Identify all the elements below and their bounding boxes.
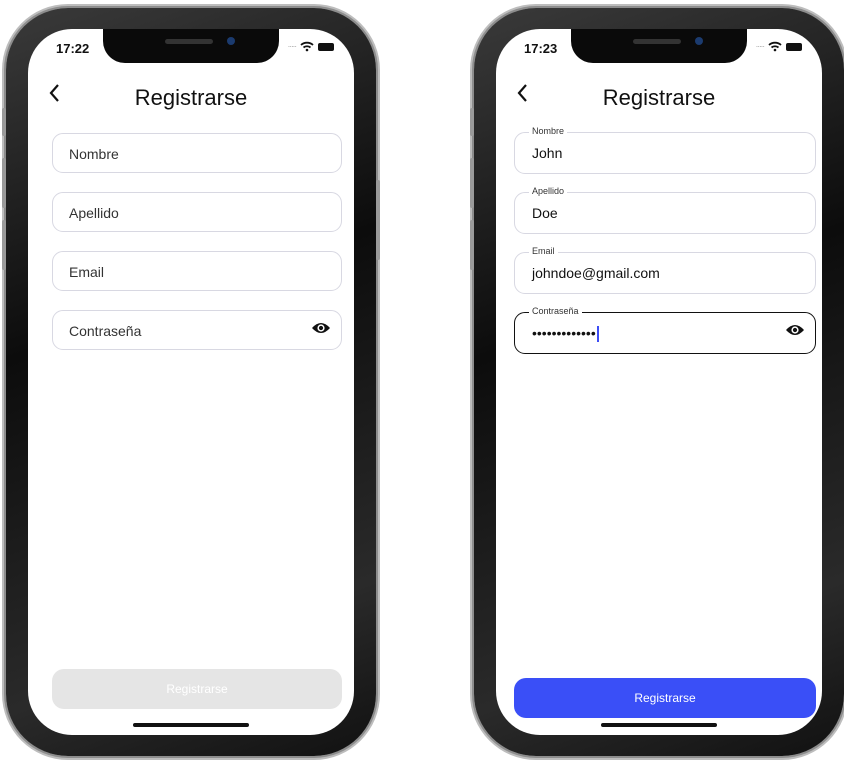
last-name-input[interactable]: Apellido — [52, 192, 342, 232]
last-name-input[interactable]: Apellido Doe — [514, 186, 816, 234]
battery-icon — [318, 42, 334, 51]
wifi-icon — [300, 41, 314, 52]
password-value: ••••••••••••• — [532, 325, 599, 343]
password-placeholder: Contraseña — [69, 323, 142, 339]
password-input[interactable]: Contraseña ••••••••••••• — [514, 306, 816, 354]
email-input[interactable]: Email johndoe@gmail.com — [514, 246, 816, 294]
mute-switch — [2, 108, 6, 136]
volume-down-button — [2, 220, 6, 270]
volume-up-button — [2, 158, 6, 208]
eye-icon — [312, 323, 330, 333]
screen: 17:22 ····· Registrarse Nombre Apellido … — [28, 29, 354, 735]
password-toggle[interactable] — [311, 321, 331, 340]
phone-empty-form: 17:22 ····· Registrarse Nombre Apellido … — [2, 8, 380, 756]
phone-filled-form: 17:23 ····· Registrarse Nombre John Apel… — [470, 8, 844, 756]
first-name-label: Nombre — [529, 126, 568, 136]
home-indicator — [601, 723, 717, 727]
first-name-value: John — [532, 145, 563, 161]
status-time: 17:23 — [524, 41, 558, 56]
password-toggle[interactable] — [785, 323, 805, 342]
email-value: johndoe@gmail.com — [532, 265, 660, 281]
first-name-input[interactable]: Nombre — [52, 133, 342, 173]
email-input[interactable]: Email — [52, 251, 342, 291]
email-placeholder: Email — [69, 264, 105, 280]
last-name-value: Doe — [532, 205, 558, 221]
password-input[interactable]: Contraseña — [52, 310, 342, 350]
eye-icon — [786, 325, 804, 335]
text-caret — [596, 326, 599, 343]
volume-down-button — [470, 220, 474, 270]
home-indicator — [133, 723, 249, 727]
register-button[interactable]: Registrarse — [514, 678, 816, 718]
first-name-input[interactable]: Nombre John — [514, 126, 816, 174]
signal-dots-icon: ····· — [287, 42, 297, 51]
last-name-label: Apellido — [529, 186, 568, 196]
notch — [103, 29, 279, 63]
register-button-disabled[interactable]: Registrarse — [52, 669, 342, 709]
last-name-placeholder: Apellido — [69, 205, 119, 221]
wifi-icon — [768, 41, 782, 52]
notch — [571, 29, 747, 63]
status-time: 17:22 — [56, 41, 90, 56]
password-label: Contraseña — [529, 306, 582, 316]
signal-dots-icon: ····· — [755, 42, 765, 51]
battery-icon — [786, 42, 802, 51]
status-icons: ····· — [756, 41, 802, 52]
email-label: Email — [529, 246, 558, 256]
page-title: Registrarse — [602, 85, 716, 110]
status-icons: ····· — [288, 41, 334, 52]
page-title: Registrarse — [134, 85, 248, 110]
power-button — [376, 180, 380, 260]
mute-switch — [470, 108, 474, 136]
password-dots: ••••••••••••• — [532, 325, 596, 341]
volume-up-button — [470, 158, 474, 208]
screen: 17:23 ····· Registrarse Nombre John Apel… — [496, 29, 822, 735]
first-name-placeholder: Nombre — [69, 146, 119, 162]
